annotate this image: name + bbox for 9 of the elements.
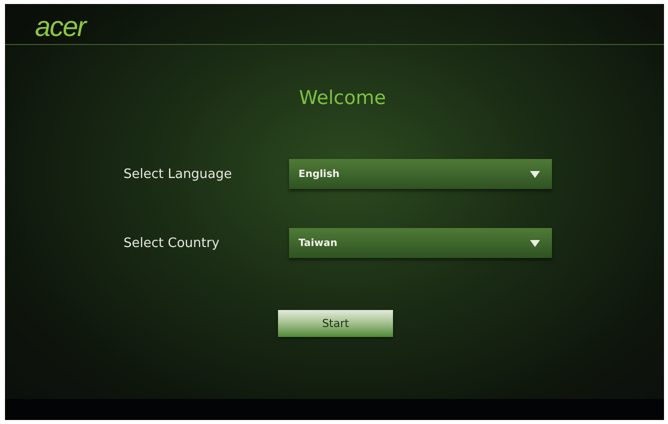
- start-button[interactable]: Start: [278, 310, 393, 337]
- caret-icon: [530, 240, 540, 246]
- dropdown[interactable]: English: [288, 159, 552, 189]
- logo: acer: [35, 12, 86, 42]
- welcome-title: Welcome: [299, 87, 386, 109]
- field-label: Select Country: [124, 236, 220, 250]
- dropdown[interactable]: Taiwan: [288, 228, 552, 258]
- field-label: Select Language: [124, 166, 233, 182]
- caret-icon: [530, 170, 540, 178]
